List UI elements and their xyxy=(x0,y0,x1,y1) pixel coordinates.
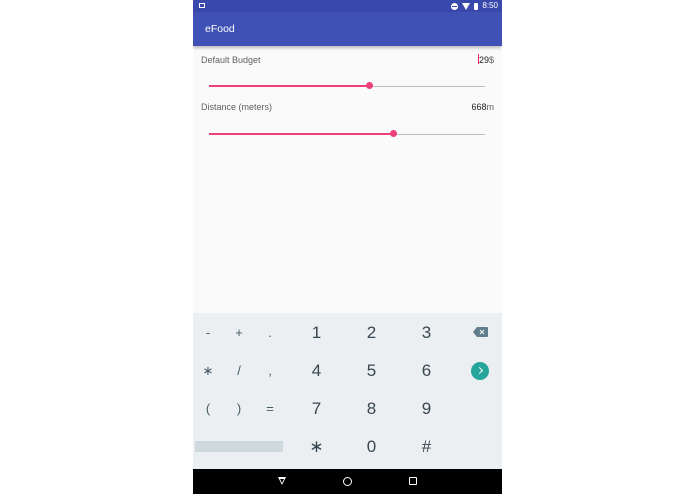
key-comma[interactable]: , xyxy=(255,352,285,390)
budget-slider[interactable] xyxy=(209,82,485,90)
image-notification-icon xyxy=(199,3,205,8)
budget-label: Default Budget xyxy=(201,55,261,65)
key-equals[interactable]: = xyxy=(255,390,285,428)
spacebar[interactable] xyxy=(195,441,283,452)
battery-icon xyxy=(474,2,479,10)
slider-thumb[interactable] xyxy=(390,130,398,137)
key-star[interactable]: ∗ xyxy=(289,428,344,466)
slider-fill xyxy=(209,85,370,87)
slider-fill xyxy=(209,133,394,135)
distance-label: Distance (meters) xyxy=(201,102,273,112)
home-icon[interactable] xyxy=(343,477,352,486)
key-9[interactable]: 9 xyxy=(399,390,454,428)
status-time: 8:50 xyxy=(482,1,498,10)
key-3[interactable]: 3 xyxy=(399,314,454,352)
key-right-paren[interactable]: ) xyxy=(224,390,254,428)
budget-value-field[interactable]: 29$ xyxy=(477,54,494,66)
next-icon[interactable] xyxy=(471,362,489,380)
status-bar: 8:50 xyxy=(193,0,502,12)
slider-thumb[interactable] xyxy=(365,82,373,89)
wifi-icon xyxy=(462,2,471,10)
recents-icon[interactable] xyxy=(409,477,417,485)
key-2[interactable]: 2 xyxy=(344,314,399,352)
key-7[interactable]: 7 xyxy=(289,390,344,428)
distance-slider[interactable] xyxy=(209,130,485,138)
backspace-icon[interactable] xyxy=(473,327,488,337)
back-icon[interactable] xyxy=(278,477,286,485)
key-minus[interactable]: - xyxy=(193,314,223,352)
app-bar: eFood xyxy=(193,12,502,46)
key-5[interactable]: 5 xyxy=(344,352,399,390)
navigation-bar xyxy=(193,469,502,494)
key-4[interactable]: 4 xyxy=(289,352,344,390)
distance-unit: m xyxy=(486,102,495,112)
key-left-paren[interactable]: ( xyxy=(193,390,223,428)
do-not-disturb-icon xyxy=(451,2,459,10)
distance-value-field[interactable]: 668m xyxy=(471,101,494,113)
app-title: eFood xyxy=(205,23,235,35)
key-0[interactable]: 0 xyxy=(344,428,399,466)
key-dot[interactable]: . xyxy=(255,314,285,352)
numeric-keypad: - + . 1 2 3 ∗ / , 4 5 6 ( ) = 7 8 9 ∗ 0 … xyxy=(193,313,502,469)
distance-value: 668 xyxy=(471,102,487,112)
key-slash[interactable]: / xyxy=(224,352,254,390)
device-screen: 8:50 eFood Default Budget 29$ Distance (… xyxy=(193,0,502,494)
key-hash[interactable]: # xyxy=(399,428,454,466)
key-plus[interactable]: + xyxy=(224,314,254,352)
budget-unit: $ xyxy=(488,55,494,65)
key-1[interactable]: 1 xyxy=(289,314,344,352)
key-6[interactable]: 6 xyxy=(399,352,454,390)
budget-value: 29 xyxy=(478,55,489,65)
key-8[interactable]: 8 xyxy=(344,390,399,428)
key-asterisk[interactable]: ∗ xyxy=(193,352,223,390)
